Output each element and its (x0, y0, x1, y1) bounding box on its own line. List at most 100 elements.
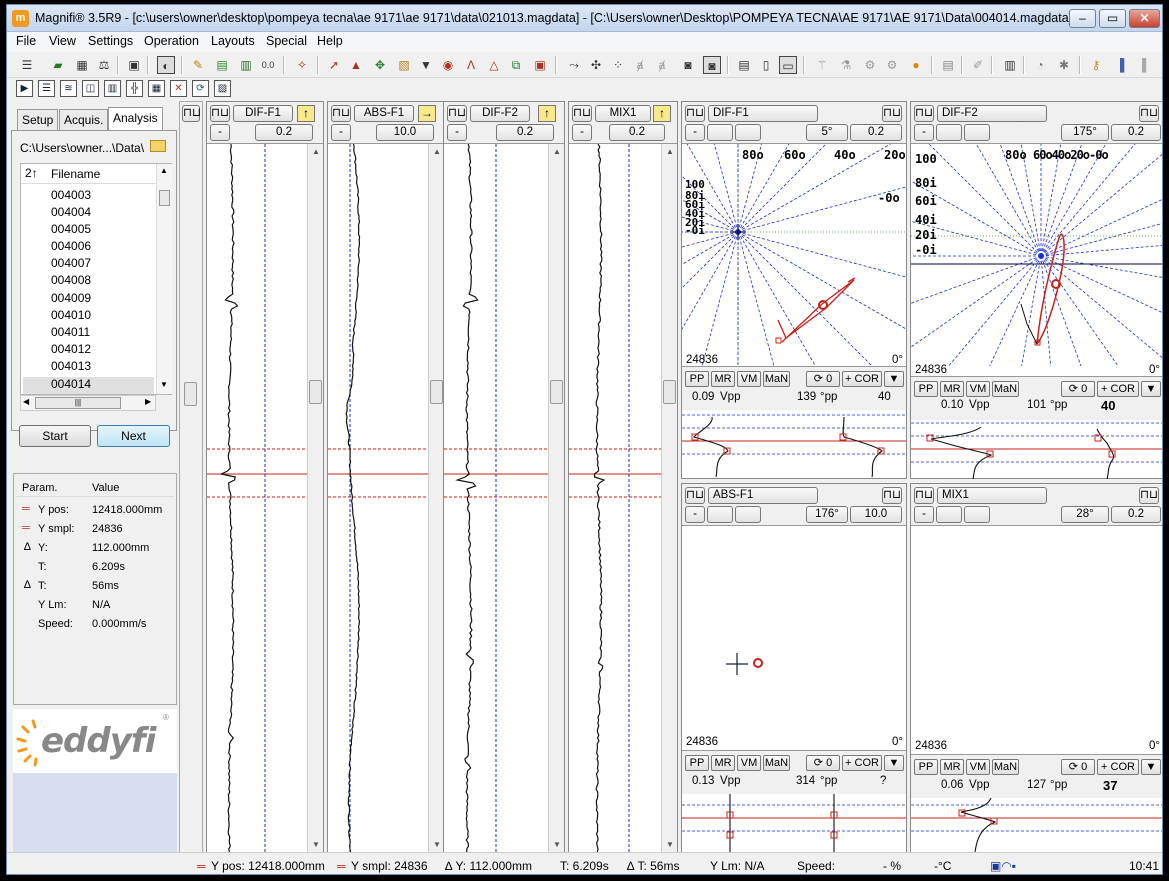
list-item[interactable]: 004012 (51, 342, 91, 356)
minus-button[interactable]: - (447, 124, 467, 141)
target-icon[interactable]: ✥ (371, 56, 389, 74)
bulb-icon[interactable]: ● (907, 56, 925, 74)
rotate-button[interactable]: ⟳ 0 (806, 371, 840, 387)
cor-button[interactable]: + COR (1097, 381, 1139, 397)
strip-scrollbar[interactable]: ▲ ▼ (661, 144, 677, 854)
cameras-icon[interactable]: ◙ (703, 56, 721, 74)
dropdown-icon[interactable]: ▼ (1141, 759, 1161, 775)
maximize-button[interactable]: ▭ (1099, 9, 1126, 28)
gain-value[interactable]: 0.2 (1111, 124, 1161, 141)
minimize-button[interactable]: – (1069, 9, 1096, 28)
strip-mode-icon[interactable]: ⊓⊔ (685, 487, 705, 504)
horizontal-layout-icon[interactable]: ☰ (38, 80, 55, 97)
splitter-handle[interactable] (184, 382, 197, 406)
a2-icon[interactable]: ⱥ (653, 56, 671, 74)
fab1-icon[interactable]: ⚙ (861, 56, 879, 74)
minus-button[interactable]: - (210, 124, 230, 141)
strip-scrollbar[interactable]: ▲ ▼ (428, 144, 444, 854)
rotate-button[interactable]: ⟳ 0 (1061, 759, 1095, 775)
filter-icon[interactable]: ▼ (417, 56, 435, 74)
calc-icon[interactable]: ▤ (213, 56, 231, 74)
list-item[interactable]: 004009 (51, 291, 91, 305)
gain-value[interactable]: 0.2 (255, 124, 313, 141)
filename-column-header[interactable]: 2↑ Filename (21, 164, 156, 184)
list-item[interactable]: 004014 (51, 377, 91, 391)
save-icon[interactable]: ▣ (125, 56, 143, 74)
boat-icon[interactable]: ▲ (347, 56, 365, 74)
grid-layout-icon[interactable]: ▥ (104, 80, 121, 97)
list-icon[interactable]: ☰ (18, 56, 36, 74)
split-layout-icon[interactable]: ◫ (82, 80, 99, 97)
channel-name[interactable]: DIF-F2 (470, 105, 530, 122)
menu-help[interactable]: Help (317, 34, 343, 48)
man-button[interactable]: MaN (992, 381, 1019, 397)
file-list-scrollbar[interactable]: ▲ ▼ (156, 164, 172, 394)
channel-name[interactable]: MIX1 (595, 105, 651, 122)
blank-button[interactable] (707, 506, 733, 523)
minus-button[interactable]: - (331, 124, 351, 141)
strip-mode-icon[interactable]: ⊓⊔ (447, 105, 467, 122)
blank-button[interactable] (936, 124, 962, 141)
menu-settings[interactable]: Settings (88, 34, 133, 48)
direction-arrow-icon[interactable]: ↑ (297, 105, 315, 122)
channel-name[interactable]: DIF-F1 (233, 105, 293, 122)
vm-button[interactable]: VM (737, 755, 761, 771)
wave-layout-icon[interactable]: ≋ (60, 80, 77, 97)
cross-layout-icon[interactable]: ╬ (126, 80, 143, 97)
channel-name[interactable]: MIX1 (937, 487, 1047, 504)
tab-setup[interactable]: Setup (17, 109, 59, 131)
strip-scrollbar[interactable]: ▲ ▼ (307, 144, 323, 854)
strip-scroll-thumb[interactable] (430, 380, 443, 404)
cor-button[interactable]: + COR (842, 371, 882, 387)
strip-mode-icon[interactable]: ⊓⊔ (914, 105, 934, 122)
pp-button[interactable]: PP (685, 755, 709, 771)
a1-icon[interactable]: ⱥ (631, 56, 649, 74)
page2-icon[interactable]: ▯ (757, 56, 775, 74)
channel-name[interactable]: DIF-F1 (708, 105, 818, 122)
strip-mode-icon[interactable]: ⊓⊔ (1139, 487, 1159, 504)
minus-button[interactable]: - (914, 506, 934, 523)
camera-icon[interactable]: ◙ (679, 56, 697, 74)
list2-icon[interactable]: ▤ (939, 56, 957, 74)
gain-value[interactable]: 0.2 (496, 124, 554, 141)
gain-value[interactable]: 0.2 (609, 124, 665, 141)
list-item[interactable]: 004008 (51, 273, 91, 287)
mr-button[interactable]: MR (711, 755, 735, 771)
tab-analysis[interactable]: Analysis (108, 107, 163, 131)
cor-button[interactable]: + COR (842, 755, 882, 771)
menu-view[interactable]: View (49, 34, 76, 48)
phase-angle[interactable]: 5° (806, 124, 848, 141)
list-item[interactable]: 004005 (51, 222, 91, 236)
zero-icon[interactable]: 0.0 (259, 56, 277, 74)
triangle-icon[interactable]: △ (485, 56, 503, 74)
direction-arrow-icon[interactable]: → (418, 105, 436, 122)
file-list-hscrollbar[interactable]: ◀ ||| ▶ (20, 395, 156, 411)
blank-button[interactable] (735, 506, 761, 523)
list-item[interactable]: 004006 (51, 239, 91, 253)
start-button[interactable]: Start (19, 425, 91, 447)
strip-scroll-thumb[interactable] (663, 380, 676, 404)
minus-button[interactable]: - (572, 124, 592, 141)
stripe-layout-icon[interactable]: ▨ (214, 80, 231, 97)
rack-icon[interactable]: ▦ (73, 56, 91, 74)
menu-layouts[interactable]: Layouts (211, 34, 255, 48)
mr-button[interactable]: MR (940, 381, 964, 397)
vm-button[interactable]: VM (737, 371, 761, 387)
eye-icon[interactable]: ◉ (439, 56, 457, 74)
phase-angle[interactable]: 28° (1061, 506, 1109, 523)
key-icon[interactable]: ⚷ (1087, 56, 1105, 74)
minus-button[interactable]: - (685, 506, 705, 523)
cor-button[interactable]: + COR (1097, 759, 1139, 775)
list-item[interactable]: 004011 (51, 325, 90, 339)
strip-mode-icon[interactable]: ⊓⊔ (210, 105, 230, 122)
strip-mode-icon[interactable]: ⊓⊔ (914, 487, 934, 504)
phone-icon[interactable]: ▥ (1001, 56, 1019, 74)
blank-button[interactable] (707, 124, 733, 141)
list-item[interactable]: 004003 (51, 188, 91, 202)
strip-mode-icon[interactable]: ⊓⊔ (882, 487, 902, 504)
page-icon[interactable]: ▤ (735, 56, 753, 74)
strip-mode-icon[interactable]: ⊓⊔ (331, 105, 351, 122)
angle-icon[interactable]: Λ (462, 56, 480, 74)
pen2-icon[interactable]: ✐ (969, 56, 987, 74)
probe-icon[interactable]: ➚ (325, 56, 343, 74)
